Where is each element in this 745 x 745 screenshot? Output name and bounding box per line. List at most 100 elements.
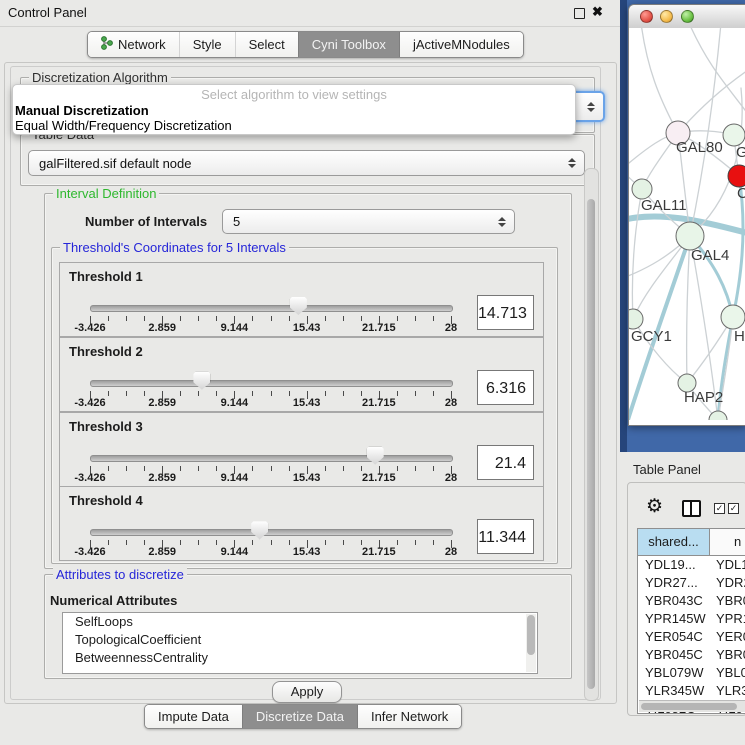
interval-definition-title: Interval Definition <box>53 186 159 201</box>
table-row[interactable]: YPR145WYPR1 <box>638 610 745 628</box>
scale-label: 28 <box>445 322 457 334</box>
cell-name: YBL0 <box>709 664 745 682</box>
checkbox-icon[interactable]: ✓ <box>728 503 739 514</box>
column-header-name[interactable]: n <box>710 529 745 555</box>
slider-thumb[interactable] <box>251 521 268 539</box>
checkbox-icon[interactable]: ✓ <box>714 503 725 514</box>
slider-thumb[interactable] <box>367 447 384 465</box>
close-icon[interactable]: ✖ <box>592 4 603 20</box>
tick-mark <box>343 540 344 545</box>
table-row[interactable]: YDL19...YDL1 <box>638 556 745 574</box>
scrollbar-thumb[interactable] <box>527 615 535 655</box>
tick-mark <box>415 316 416 321</box>
tick-mark <box>252 466 253 471</box>
dropdown-item-equal-width-frequency-discretization[interactable]: Equal Width/Frequency Discretization <box>13 118 575 133</box>
scrollbar-thumb[interactable] <box>641 703 737 710</box>
network-node-gal4[interactable] <box>676 222 704 250</box>
tick-mark <box>397 540 398 545</box>
split-columns-icon[interactable] <box>682 500 701 517</box>
tab-label: Discretize Data <box>256 709 344 724</box>
network-node-gcy1[interactable] <box>629 309 643 329</box>
scale-label: 2.859 <box>148 546 176 558</box>
tab-impute-data[interactable]: Impute Data <box>145 705 242 728</box>
table-data-combobox[interactable]: galFiltered.sif default node <box>28 150 585 176</box>
network-node-gal11[interactable] <box>632 179 652 199</box>
slider-thumb[interactable] <box>290 297 307 315</box>
tab-cyni-toolbox[interactable]: Cyni Toolbox <box>298 32 399 57</box>
attribute-item-selfloops[interactable]: SelfLoops <box>63 613 537 631</box>
tick-mark <box>289 540 290 545</box>
control-panel-titlebar: Control Panel ✖ <box>0 0 620 27</box>
table-row[interactable]: YBL079WYBL0 <box>638 664 745 682</box>
network-window-titlebar[interactable] <box>629 5 745 30</box>
table-row[interactable]: YBR043CYBR0 <box>638 592 745 610</box>
scrollbar-thumb[interactable] <box>587 199 595 689</box>
algorithm-dropdown-popup: Select algorithm to view settings Manual… <box>12 84 576 135</box>
attributes-listbox[interactable]: SelfLoopsTopologicalCoefficientBetweenne… <box>62 612 538 674</box>
tick-mark <box>180 466 181 471</box>
scale-label: -3.426 <box>74 397 105 409</box>
slider-track[interactable] <box>90 455 453 462</box>
minimize-traffic-light-icon[interactable] <box>660 10 673 23</box>
slider-track[interactable] <box>90 529 453 536</box>
tab-style[interactable]: Style <box>179 32 235 57</box>
tab-jactivemnodules[interactable]: jActiveMNodules <box>399 32 523 57</box>
gear-icon[interactable]: ⚙ <box>646 495 663 518</box>
tab-infer-network[interactable]: Infer Network <box>357 705 461 728</box>
network-edge <box>690 88 742 236</box>
slider-track[interactable] <box>90 305 453 312</box>
tick-mark <box>144 466 145 471</box>
float-icon[interactable] <box>574 8 585 19</box>
tick-mark <box>180 391 181 396</box>
tab-label: Style <box>193 37 222 52</box>
threshold-value-field[interactable]: 21.4 <box>477 445 534 480</box>
network-node-h[interactable] <box>721 305 745 329</box>
tick-mark <box>198 316 199 321</box>
table-row[interactable]: YDR27...YDR2 <box>638 574 745 592</box>
scale-label: 2.859 <box>148 322 176 334</box>
attribute-item-betweennesscentrality[interactable]: BetweennessCentrality <box>63 649 537 667</box>
column-header-shared[interactable]: shared... <box>638 529 710 555</box>
table-row[interactable]: YBR045CYBR0 <box>638 646 745 664</box>
slider-track[interactable] <box>90 380 453 387</box>
tick-mark <box>325 391 326 396</box>
listbox-scrollbar[interactable] <box>526 614 536 672</box>
num-intervals-combobox[interactable]: 5 <box>222 209 515 234</box>
table-row[interactable]: YER054CYER0 <box>638 628 745 646</box>
attribute-item-topologicalcoefficient[interactable]: TopologicalCoefficient <box>63 631 537 649</box>
cell-name: YDL1 <box>709 556 745 574</box>
threshold-panel-4: Threshold 4-3.4262.8599.14415.4321.71528… <box>59 486 544 561</box>
node-label-partial: G <box>736 144 745 161</box>
node-table[interactable]: shared... n YDL19...YDL1YDR27...YDR2YBR0… <box>637 528 745 714</box>
tick-mark <box>433 540 434 545</box>
network-node[interactable] <box>728 165 745 187</box>
tab-discretize-data[interactable]: Discretize Data <box>242 705 357 728</box>
threshold-value-field[interactable]: 6.316 <box>477 370 534 405</box>
table-row[interactable]: YLR345WYLR3 <box>638 682 745 700</box>
close-traffic-light-icon[interactable] <box>640 10 653 23</box>
combo-arrows-icon <box>498 217 506 227</box>
slider-thumb[interactable] <box>193 372 210 390</box>
tab-network[interactable]: Network <box>88 32 179 57</box>
tick-mark <box>343 316 344 321</box>
tab-label: Select <box>249 37 285 52</box>
tick-mark <box>126 540 127 545</box>
cell-shared-name: YPR145W <box>638 610 709 628</box>
network-edge <box>689 28 745 118</box>
network-canvas[interactable]: GAL80GAL11GAL4GCY1HHAP2GC <box>629 28 745 420</box>
tick-mark <box>289 391 290 396</box>
cell-shared-name: YBR043C <box>638 592 709 610</box>
dropdown-item-manual-discretization[interactable]: Manual Discretization <box>13 103 575 118</box>
threshold-value-field[interactable]: 11.344 <box>477 519 534 554</box>
main-scrollbar[interactable] <box>584 168 599 701</box>
tab-select[interactable]: Select <box>235 32 298 57</box>
tick-mark <box>108 391 109 396</box>
scale-label: -3.426 <box>74 322 105 334</box>
tick-mark <box>289 316 290 321</box>
cell-shared-name: YER054C <box>638 628 709 646</box>
threshold-value-field[interactable]: 14.713 <box>477 295 534 330</box>
zoom-traffic-light-icon[interactable] <box>681 10 694 23</box>
network-node[interactable] <box>723 124 745 146</box>
apply-button[interactable]: Apply <box>272 681 342 703</box>
table-hscrollbar[interactable] <box>639 700 745 712</box>
